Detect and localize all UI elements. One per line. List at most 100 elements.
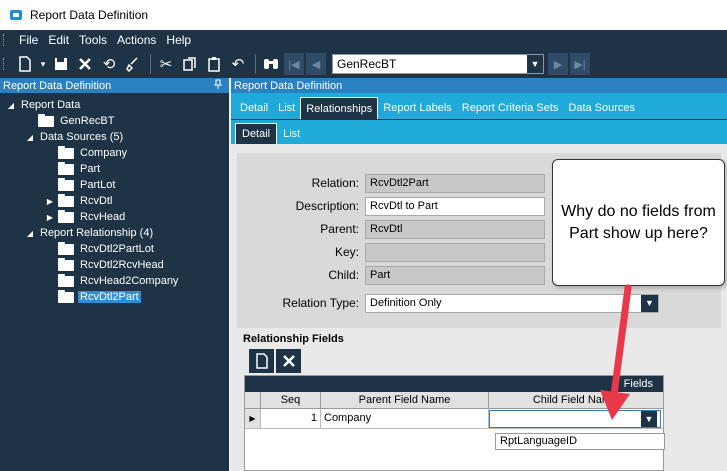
menu-help[interactable]: Help [161, 33, 196, 47]
subtab-list[interactable]: List [277, 123, 306, 144]
tree-node-label: Report Data [21, 99, 81, 111]
tab-relationships[interactable]: Relationships [300, 97, 379, 119]
delete-field-button[interactable] [276, 349, 301, 373]
toolbar: ▾ ⟲ ✂ ↶ |◀ ◀ GenRecBT ▼ ▶ ▶| [0, 50, 727, 78]
title-bar: Report Data Definition [0, 0, 727, 30]
save-icon[interactable] [50, 53, 72, 75]
column-seq[interactable]: Seq [261, 392, 321, 408]
collapse-icon[interactable]: ◢ [25, 229, 35, 238]
tab-data-sources[interactable]: Data Sources [563, 97, 640, 119]
folder-icon [58, 209, 74, 223]
folder-icon [38, 113, 54, 127]
parent-field[interactable]: RcvDtl [365, 219, 545, 239]
expand-icon[interactable]: ▶ [45, 213, 55, 222]
record-selector[interactable]: GenRecBT ▼ [332, 54, 544, 74]
callout-annotation: Why do no fields from Part show up here? [552, 159, 725, 286]
cell-seq[interactable]: 1 [261, 409, 321, 428]
tree-node-label: PartLot [80, 179, 116, 191]
tree-node-rcvdtl[interactable]: ▶ RcvDtl [0, 193, 229, 209]
collapse-icon[interactable]: ◢ [6, 101, 16, 110]
tree-node-partlot[interactable]: PartLot [0, 177, 229, 193]
folder-icon [58, 241, 74, 255]
tree-node-rcvdtl2part[interactable]: RcvDtl2Part [0, 289, 229, 305]
tree-node-data-sources[interactable]: ◢ Data Sources (5) [0, 129, 229, 145]
description-field[interactable]: RcvDtl to Part [365, 196, 545, 216]
folder-icon [58, 145, 74, 159]
paste-icon[interactable] [203, 53, 225, 75]
pin-icon[interactable] [213, 79, 223, 92]
key-row: Key: [237, 242, 545, 262]
menu-bar: File Edit Tools Actions Help [0, 30, 727, 50]
relationship-fields-toolbar [237, 349, 721, 373]
column-parent-field-name[interactable]: Parent Field Name [321, 392, 489, 408]
copy-icon[interactable] [179, 53, 201, 75]
menu-file[interactable]: File [14, 33, 43, 47]
folder-icon [58, 161, 74, 175]
chevron-down-icon[interactable]: ▼ [641, 294, 658, 312]
last-record-icon[interactable]: ▶| [570, 53, 590, 75]
new-icon[interactable] [14, 53, 36, 75]
first-record-icon[interactable]: |◀ [284, 53, 304, 75]
toolbar-separator [150, 54, 151, 74]
relation-type-label: Relation Type: [282, 296, 360, 310]
child-field[interactable]: Part [365, 265, 545, 285]
app-icon [10, 10, 22, 20]
tree-node-label-selected: RcvDtl2Part [78, 291, 141, 303]
tab-report-criteria-sets[interactable]: Report Criteria Sets [457, 97, 564, 119]
tree-node-label: GenRecBT [60, 115, 115, 127]
undo-icon[interactable]: ↶ [227, 53, 249, 75]
expand-icon[interactable]: ▶ [45, 197, 55, 206]
cell-parent-field[interactable]: Company [321, 409, 489, 428]
delete-icon[interactable] [74, 53, 96, 75]
chevron-down-icon[interactable]: ▼ [641, 411, 657, 427]
tree-node-rcvdtl2partlot[interactable]: RcvDtl2PartLot [0, 241, 229, 257]
description-row: Description: RcvDtl to Part [237, 196, 545, 216]
menu-actions[interactable]: Actions [112, 33, 161, 47]
tree-node-genrec[interactable]: GenRecBT [0, 113, 229, 129]
dropdown-option[interactable]: RptLanguageID [495, 433, 665, 450]
tree-panel-title: Report Data Definition [3, 79, 112, 92]
relationship-fields-title: Relationship Fields [243, 333, 344, 345]
parent-label: Parent: [320, 222, 359, 236]
tree-panel-header: Report Data Definition [0, 78, 229, 93]
relation-field[interactable]: RcvDtl2Part [365, 173, 545, 193]
menu-edit[interactable]: Edit [43, 33, 74, 47]
subtab-detail[interactable]: Detail [235, 123, 278, 144]
tree-node-report-data[interactable]: ◢ Report Data [0, 97, 229, 113]
tree-node-label: RcvHead [80, 211, 126, 223]
tree-node-label: Part [80, 163, 101, 175]
tree-node-label: Data Sources (5) [40, 131, 124, 143]
tree-node-rcvhead[interactable]: ▶ RcvHead [0, 209, 229, 225]
key-field[interactable] [365, 242, 545, 262]
tree-node-part[interactable]: Part [0, 161, 229, 177]
tree-node-label: RcvDtl [80, 195, 113, 207]
grid-row-indicator-header [245, 392, 261, 408]
next-record-icon[interactable]: ▶ [548, 53, 568, 75]
tree-node-report-relationship[interactable]: ◢ Report Relationship (4) [0, 225, 229, 241]
relationship-fields-section: Relationship Fields Fields Seq Parent Fi… [237, 333, 721, 471]
collapse-icon[interactable]: ◢ [25, 133, 35, 142]
clear-icon[interactable] [122, 53, 144, 75]
new-dropdown-icon[interactable]: ▾ [38, 53, 48, 75]
toolbar-separator [255, 54, 256, 74]
tab-report-labels[interactable]: Report Labels [378, 97, 457, 119]
cut-icon[interactable]: ✂ [155, 53, 177, 75]
tree-node-company[interactable]: Company [0, 145, 229, 161]
new-field-button[interactable] [249, 349, 274, 373]
tree-node-rcvhead2company[interactable]: RcvHead2Company [0, 273, 229, 289]
detail-panel-header: Report Data Definition [231, 78, 727, 93]
arrow-annotation [600, 284, 632, 420]
tab-detail[interactable]: Detail [235, 97, 273, 119]
window-title: Report Data Definition [30, 8, 149, 22]
menu-grip [3, 34, 6, 46]
tree-node-rcvdtl2rcvhead[interactable]: RcvDtl2RcvHead [0, 257, 229, 273]
previous-record-icon[interactable]: ◀ [306, 53, 326, 75]
tab-list[interactable]: List [273, 97, 300, 119]
menu-tools[interactable]: Tools [74, 33, 112, 47]
chevron-down-icon[interactable]: ▼ [527, 55, 543, 73]
tree-node-label: RcvHead2Company [80, 275, 179, 287]
folder-icon [58, 177, 74, 191]
refresh-icon[interactable]: ⟲ [98, 53, 120, 75]
tree-node-label: RcvDtl2RcvHead [80, 259, 164, 271]
search-icon[interactable] [260, 53, 282, 75]
